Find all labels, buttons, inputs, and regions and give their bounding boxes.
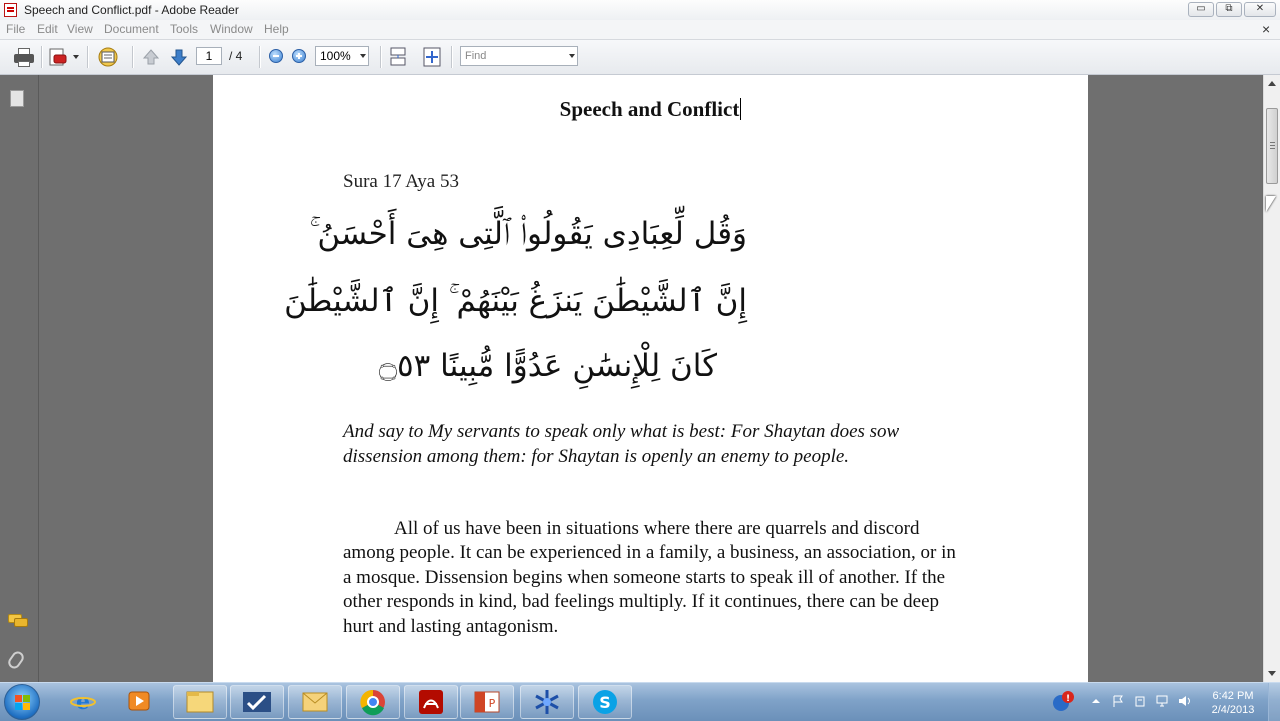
volume-icon[interactable] (1178, 695, 1190, 707)
taskbar: e P S ! 6:42 PM 2/4/2013 (0, 682, 1280, 721)
document-title: Speech and Conflict (213, 97, 1088, 122)
title-bar: Speech and Conflict.pdf - Adobe Reader ▭… (0, 0, 1280, 21)
body-paragraph: All of us have been in situations where … (343, 518, 956, 637)
page-total: / 4 (229, 49, 243, 63)
media-player-icon[interactable] (126, 688, 152, 714)
verse-translation: And say to My servants to speak only wha… (343, 421, 900, 467)
menu-edit[interactable]: Edit (37, 22, 58, 36)
pdf-page[interactable]: Speech and Conflict Sura 17 Aya 53 وَقُل… (213, 75, 1088, 682)
scroll-down-icon[interactable] (1268, 671, 1276, 676)
window-title: Speech and Conflict.pdf - Adobe Reader (24, 3, 239, 17)
toolbar (0, 40, 1280, 75)
taskbar-button-task-app[interactable] (230, 685, 284, 719)
action-center-alert-icon[interactable]: ! (1052, 690, 1074, 712)
zoom-in-icon[interactable] (292, 49, 306, 63)
internet-explorer-icon[interactable]: e (70, 688, 96, 715)
navigation-pane (0, 75, 39, 682)
fit-page-icon[interactable] (422, 46, 442, 68)
menu-window[interactable]: Window (210, 22, 253, 36)
text-cursor (740, 98, 742, 120)
taskbar-button-file-explorer[interactable] (173, 685, 227, 719)
svg-text:S: S (599, 693, 611, 712)
show-hidden-icons-icon[interactable] (1090, 695, 1102, 707)
network-icon[interactable] (1156, 695, 1168, 707)
svg-text:P: P (489, 697, 496, 710)
toolbar-separator (87, 46, 89, 68)
toolbar-separator (451, 46, 453, 68)
sura-reference: Sura 17 Aya 53 (343, 171, 459, 192)
chevron-down-icon[interactable] (569, 54, 575, 58)
page-number-input[interactable]: 1 (196, 47, 222, 65)
svg-text:e: e (76, 689, 90, 714)
find-input[interactable]: Find (460, 46, 578, 66)
arabic-verse-line: وَقُل لِّعِبَادِى يَقُولُوا۟ ٱلَّتِى هِى… (309, 216, 747, 252)
taskbar-button-outlook[interactable] (288, 685, 342, 719)
flag-icon[interactable] (1112, 695, 1124, 707)
clock-date: 2/4/2013 (1211, 704, 1255, 716)
collaborate-icon[interactable] (96, 46, 122, 68)
taskbar-button-chrome[interactable] (346, 685, 400, 719)
toolbar-separator (259, 46, 261, 68)
menu-tools[interactable]: Tools (170, 22, 198, 36)
device-icon[interactable] (1134, 695, 1146, 707)
attachment-icon[interactable] (5, 649, 27, 671)
system-clock[interactable]: 6:42 PM 2/4/2013 (1198, 689, 1268, 717)
scroll-up-icon[interactable] (1268, 81, 1276, 86)
mouse-pointer-icon (1266, 196, 1276, 212)
adobe-reader-app-icon (4, 3, 17, 17)
menu-file[interactable]: File (6, 22, 25, 36)
restore-button[interactable]: ⧉ (1216, 2, 1242, 17)
taskbar-button-adobe-reader[interactable] (404, 685, 458, 719)
start-button[interactable] (4, 684, 40, 720)
toolbar-separator (380, 46, 382, 68)
zoom-out-icon[interactable] (269, 49, 283, 63)
scrollbar-thumb[interactable] (1266, 108, 1278, 184)
svg-text:!: ! (1066, 694, 1070, 704)
chevron-down-icon[interactable] (73, 55, 79, 59)
close-button[interactable]: ✕ (1244, 2, 1276, 17)
minimize-button[interactable]: ▭ (1188, 2, 1214, 17)
taskbar-button-skype[interactable]: S (578, 685, 632, 719)
chevron-down-icon[interactable] (360, 54, 366, 58)
show-desktop-button[interactable] (1268, 683, 1280, 721)
comments-icon[interactable] (8, 614, 28, 628)
create-pdf-icon[interactable] (48, 46, 68, 68)
taskbar-button-powerpoint[interactable]: P (460, 685, 514, 719)
print-icon[interactable] (13, 46, 35, 68)
menu-bar: File Edit View Document Tools Window Hel… (0, 20, 1280, 40)
menu-view[interactable]: View (67, 22, 93, 36)
pages-icon[interactable] (7, 87, 24, 107)
vertical-scrollbar[interactable] (1263, 75, 1280, 682)
menu-help[interactable]: Help (264, 22, 289, 36)
menu-document[interactable]: Document (104, 22, 159, 36)
clock-time: 6:42 PM (1212, 690, 1254, 702)
previous-page-icon[interactable] (141, 46, 161, 68)
toolbar-separator (132, 46, 134, 68)
toolbar-separator (41, 46, 43, 68)
taskbar-button-snowflake-app[interactable] (520, 685, 574, 719)
scrolling-mode-icon[interactable] (388, 46, 408, 68)
document-title-text: Speech and Conflict (559, 97, 740, 121)
arabic-verse-line: كَانَ لِلْإِنسَٰنِ عَدُوًّا مُّبِينًا ۝٥… (378, 348, 717, 384)
document-area[interactable]: Speech and Conflict Sura 17 Aya 53 وَقُل… (39, 75, 1262, 682)
arabic-verse-line: إِنَّ ٱلشَّيْطَٰنَ يَنزَغُ بَيْنَهُمْ ۚ … (284, 283, 747, 319)
next-page-icon[interactable] (169, 46, 189, 68)
document-close-icon[interactable]: × (1262, 21, 1270, 37)
